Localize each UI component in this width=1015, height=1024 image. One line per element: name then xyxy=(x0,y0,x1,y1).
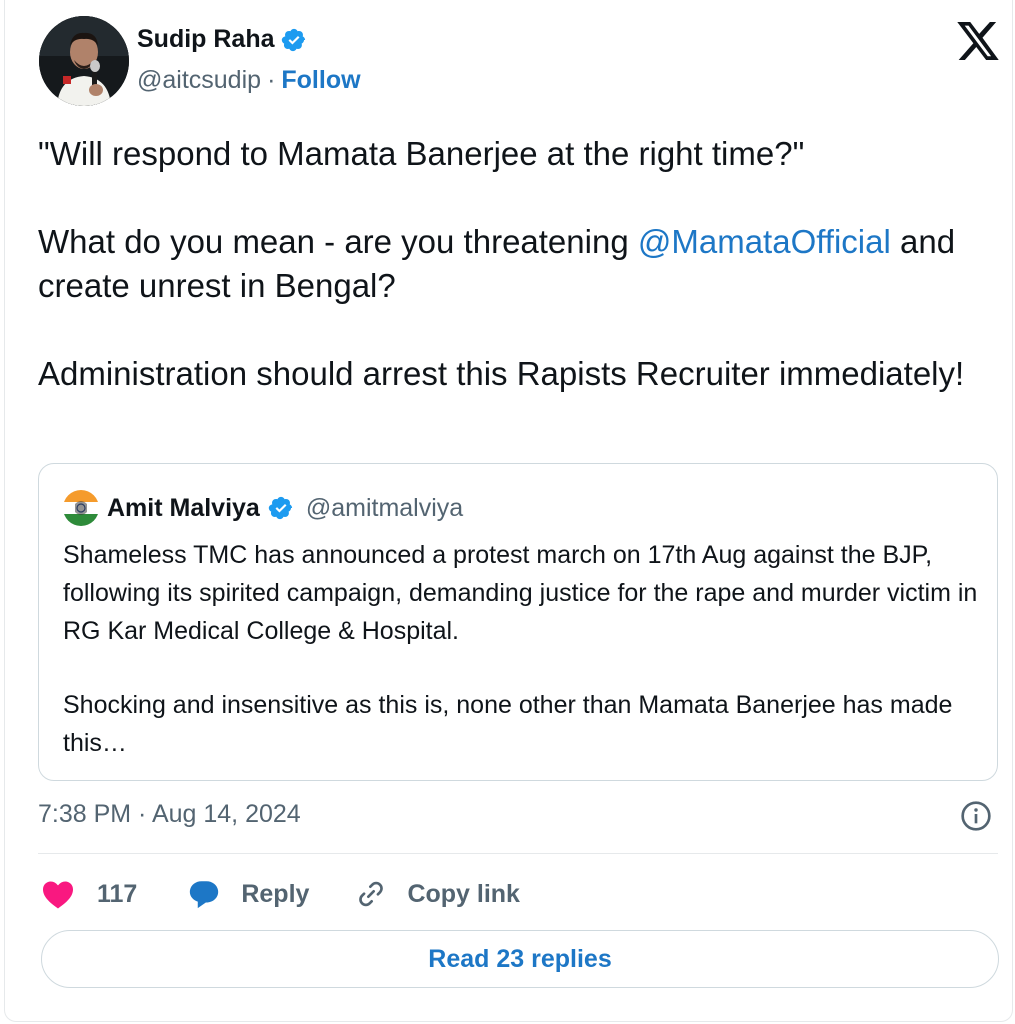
tweet-line-3: Administration should arrest this Rapist… xyxy=(38,355,965,392)
copy-link-label: Copy link xyxy=(407,879,520,908)
follow-button[interactable]: Follow xyxy=(281,66,360,95)
separator-dot: · xyxy=(267,66,276,94)
divider xyxy=(38,853,998,854)
tweet-text: "Will respond to Mamata Banerjee at the … xyxy=(38,132,988,396)
info-icon[interactable] xyxy=(960,800,992,832)
reply-label: Reply xyxy=(241,879,310,908)
author-avatar[interactable] xyxy=(39,16,129,106)
quoted-author-name: Amit Malviya xyxy=(107,493,260,522)
like-count: 117 xyxy=(97,879,138,908)
quoted-tweet[interactable]: Amit Malviya @amitmalviya Shameless TMC … xyxy=(38,463,998,781)
action-bar: 117 Reply Copy link xyxy=(41,872,520,916)
reply-bubble-icon xyxy=(190,881,219,909)
mention-link[interactable]: @MamataOfficial xyxy=(638,223,891,260)
copy-link-button[interactable]: Copy link xyxy=(355,878,520,910)
link-icon xyxy=(359,881,384,907)
read-replies-label: Read 23 replies xyxy=(428,944,612,973)
quoted-paragraph-2: Shocking and insensitive as this is, non… xyxy=(63,691,953,757)
tweet-line-2: What do you mean - are you threatening @… xyxy=(38,220,988,308)
tweet-line-2-before: What do you mean - are you threatening xyxy=(38,223,638,260)
tweet-card: Sudip Raha @aitcsudip · Follow "Will res… xyxy=(4,0,1013,1022)
tweet-line-1: "Will respond to Mamata Banerjee at the … xyxy=(38,135,805,172)
author-name-row: Sudip Raha xyxy=(137,25,307,54)
quoted-tweet-header: Amit Malviya @amitmalviya xyxy=(63,490,463,526)
verified-badge-icon xyxy=(281,28,305,51)
tweet-timestamp[interactable]: 7:38 PM · Aug 14, 2024 xyxy=(38,800,301,829)
quoted-author-handle: @amitmalviya xyxy=(305,493,464,522)
quoted-paragraph-1: Shameless TMC has announced a protest ma… xyxy=(63,541,978,645)
heart-icon xyxy=(43,881,73,909)
author-handle-row: @aitcsudip · Follow xyxy=(137,66,361,95)
x-logo-icon[interactable] xyxy=(957,22,999,60)
author-handle[interactable]: @aitcsudip xyxy=(137,66,261,95)
quoted-author-avatar xyxy=(63,490,99,526)
author-name[interactable]: Sudip Raha xyxy=(137,25,275,54)
read-replies-button[interactable]: Read 23 replies xyxy=(41,930,999,988)
indian-flag-icon xyxy=(63,490,99,526)
profile-photo-icon xyxy=(39,16,129,106)
reply-button[interactable]: Reply xyxy=(187,877,309,911)
quoted-tweet-text: Shameless TMC has announced a protest ma… xyxy=(63,536,983,762)
verified-badge-icon xyxy=(268,496,292,520)
like-button[interactable]: 117 xyxy=(41,879,137,909)
